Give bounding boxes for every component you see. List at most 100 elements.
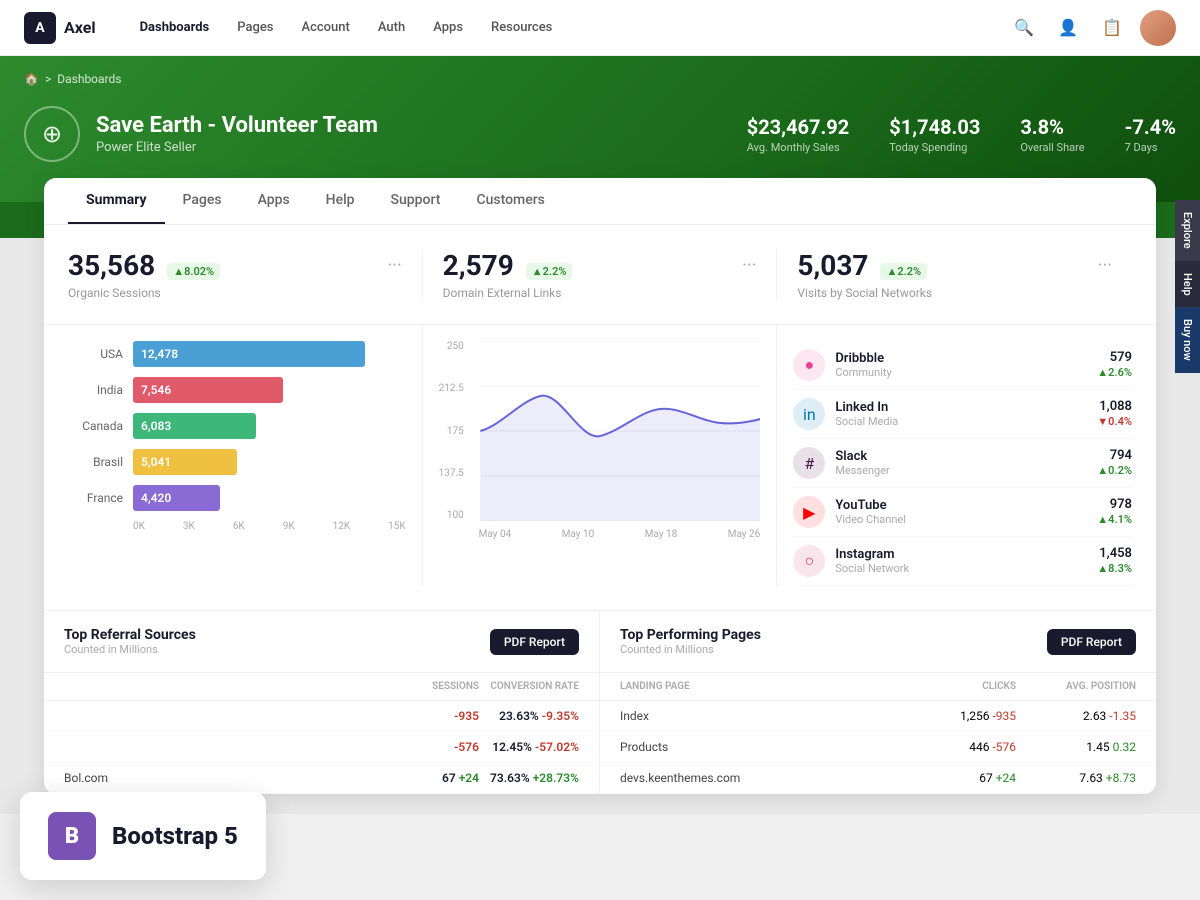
social-platform-icon: # xyxy=(793,447,825,479)
social-table: ● Dribbble Community 579 ▲2.6% in Linked… xyxy=(777,325,1132,586)
organic-label: Organic Sessions xyxy=(68,286,402,300)
referral-bol: Bol.com xyxy=(64,771,399,785)
country-bar-row: France 4,420 xyxy=(68,485,406,511)
breadcrumb-current: Dashboards xyxy=(57,72,121,86)
tab-bar: Summary Pages Apps Help Support Customer… xyxy=(44,178,1156,225)
pages-title: Top Performing Pages xyxy=(620,627,761,643)
domain-badge: ▲2.2% xyxy=(526,263,573,280)
tab-customers[interactable]: Customers xyxy=(458,178,562,224)
pages-section: Top Performing Pages Counted in Millions… xyxy=(600,611,1156,794)
social-count: 794 xyxy=(1110,448,1132,463)
main-card: Summary Pages Apps Help Support Customer… xyxy=(44,178,1156,794)
social-badge: ▲0.2% xyxy=(1097,464,1132,477)
line-chart-svg xyxy=(480,341,761,521)
nav-resources[interactable]: Resources xyxy=(479,14,564,41)
hero-stat-2: 3.8% Overall Share xyxy=(1020,115,1084,154)
line-chart: 250 212.5 175 137.5 100 xyxy=(423,325,778,586)
referral-header: Top Referral Sources Counted in Millions… xyxy=(44,611,599,673)
org-info: Save Earth - Volunteer Team Power Elite … xyxy=(96,113,378,155)
social-type: Community xyxy=(835,366,891,379)
tab-summary[interactable]: Summary xyxy=(68,178,165,224)
help-panel[interactable]: Help xyxy=(1175,261,1200,308)
buynow-panel[interactable]: Buy now xyxy=(1175,307,1200,373)
bar: 12,478 xyxy=(133,341,365,367)
domain-more[interactable]: ··· xyxy=(742,255,756,276)
user-avatar[interactable] xyxy=(1140,10,1176,46)
hero-stat-3: -7.4% 7 Days xyxy=(1125,115,1176,154)
bar: 6,083 xyxy=(133,413,256,439)
metric-header-1: 2,579 ▲2.2% ··· xyxy=(443,249,757,282)
logo-text: Axel xyxy=(64,18,96,37)
country-label: USA xyxy=(68,347,123,361)
table-row: Bol.com 67 +24 73.63% +28.73% xyxy=(44,763,599,794)
nav-account[interactable]: Account xyxy=(289,14,361,41)
metric-social: 5,037 ▲2.2% ··· Visits by Social Network… xyxy=(777,249,1132,300)
social-more[interactable]: ··· xyxy=(1098,255,1112,276)
referral-pdf-button[interactable]: PDF Report xyxy=(490,629,579,655)
bar-chart: USA 12,478 India 7,546 Canada 6,083 Bras… xyxy=(68,325,423,586)
stat-today-label: Today Spending xyxy=(889,141,980,154)
stat-share-label: Overall Share xyxy=(1020,141,1084,154)
pages-table-header: LANDING PAGE CLICKS AVG. POSITION xyxy=(600,673,1156,701)
social-name: Instagram xyxy=(835,547,909,562)
breadcrumb: 🏠 > Dashboards xyxy=(24,72,1176,86)
country-bar-row: India 7,546 xyxy=(68,377,406,403)
table-row: -935 23.63% -9.35% xyxy=(44,701,599,732)
social-badge: ▲4.1% xyxy=(1097,513,1132,526)
nav-pages[interactable]: Pages xyxy=(225,14,285,41)
country-bars: USA 12,478 India 7,546 Canada 6,083 Bras… xyxy=(68,341,406,511)
settings-button[interactable]: 📋 xyxy=(1096,12,1128,44)
social-count: 579 xyxy=(1110,350,1132,365)
social-badge: ▲2.6% xyxy=(1097,366,1132,379)
social-platform-icon: in xyxy=(793,398,825,430)
social-type: Messenger xyxy=(835,464,889,477)
social-label: Visits by Social Networks xyxy=(797,286,1112,300)
stat-avg-monthly: $23,467.92 xyxy=(747,115,850,139)
referral-section: Top Referral Sources Counted in Millions… xyxy=(44,611,600,794)
stat-avg-monthly-label: Avg. Monthly Sales xyxy=(747,141,850,154)
hero-content: ⊕ Save Earth - Volunteer Team Power Elit… xyxy=(24,106,1176,162)
stat-share: 3.8% xyxy=(1020,115,1084,139)
bar-container: 12,478 xyxy=(133,341,406,367)
org-subtitle: Power Elite Seller xyxy=(96,140,378,155)
metrics-row: 35,568 ▲8.02% ··· Organic Sessions 2,579… xyxy=(44,225,1156,325)
logo-area[interactable]: A Axel xyxy=(24,12,96,44)
nav-links: Dashboards Pages Account Auth Apps Resou… xyxy=(128,14,1008,41)
top-navigation: A Axel Dashboards Pages Account Auth App… xyxy=(0,0,1200,56)
referral-subtitle: Counted in Millions xyxy=(64,643,196,656)
social-name: Slack xyxy=(835,449,889,464)
country-bar-row: Brasil 5,041 xyxy=(68,449,406,475)
tab-pages[interactable]: Pages xyxy=(165,178,240,224)
pages-subtitle: Counted in Millions xyxy=(620,643,761,656)
explore-panel[interactable]: Explore xyxy=(1175,200,1200,261)
search-button[interactable]: 🔍 xyxy=(1008,12,1040,44)
notification-button[interactable]: 👤 xyxy=(1052,12,1084,44)
tab-support[interactable]: Support xyxy=(373,178,459,224)
social-name: Linked In xyxy=(835,400,898,415)
social-type: Social Media xyxy=(835,415,898,428)
hero-stats: $23,467.92 Avg. Monthly Sales $1,748.03 … xyxy=(747,115,1176,154)
social-count: 1,088 xyxy=(1099,399,1132,414)
social-value: 5,037 xyxy=(797,249,868,282)
nav-dashboards[interactable]: Dashboards xyxy=(128,14,222,41)
bootstrap-text: Bootstrap 5 xyxy=(112,822,238,850)
home-icon[interactable]: 🏠 xyxy=(24,72,39,86)
domain-value: 2,579 xyxy=(443,249,514,282)
hero-stat-0: $23,467.92 Avg. Monthly Sales xyxy=(747,115,850,154)
country-bar-row: Canada 6,083 xyxy=(68,413,406,439)
bar-xaxis: 0K 3K 6K 9K 12K 15K xyxy=(68,521,406,532)
logo-icon: A xyxy=(24,12,56,44)
pages-pdf-button[interactable]: PDF Report xyxy=(1047,629,1136,655)
social-count: 978 xyxy=(1110,497,1132,512)
tab-apps[interactable]: Apps xyxy=(240,178,308,224)
country-label: France xyxy=(68,491,123,505)
nav-apps[interactable]: Apps xyxy=(421,14,475,41)
bar-container: 6,083 xyxy=(133,413,406,439)
tab-help[interactable]: Help xyxy=(308,178,373,224)
organic-more[interactable]: ··· xyxy=(388,255,402,276)
country-bar-row: USA 12,478 xyxy=(68,341,406,367)
stat-7days: -7.4% xyxy=(1125,115,1176,139)
referral-table-header: SESSIONS CONVERSION RATE xyxy=(44,673,599,701)
table-row: Index 1,256 -935 2.63 -1.35 xyxy=(600,701,1156,732)
nav-auth[interactable]: Auth xyxy=(366,14,417,41)
